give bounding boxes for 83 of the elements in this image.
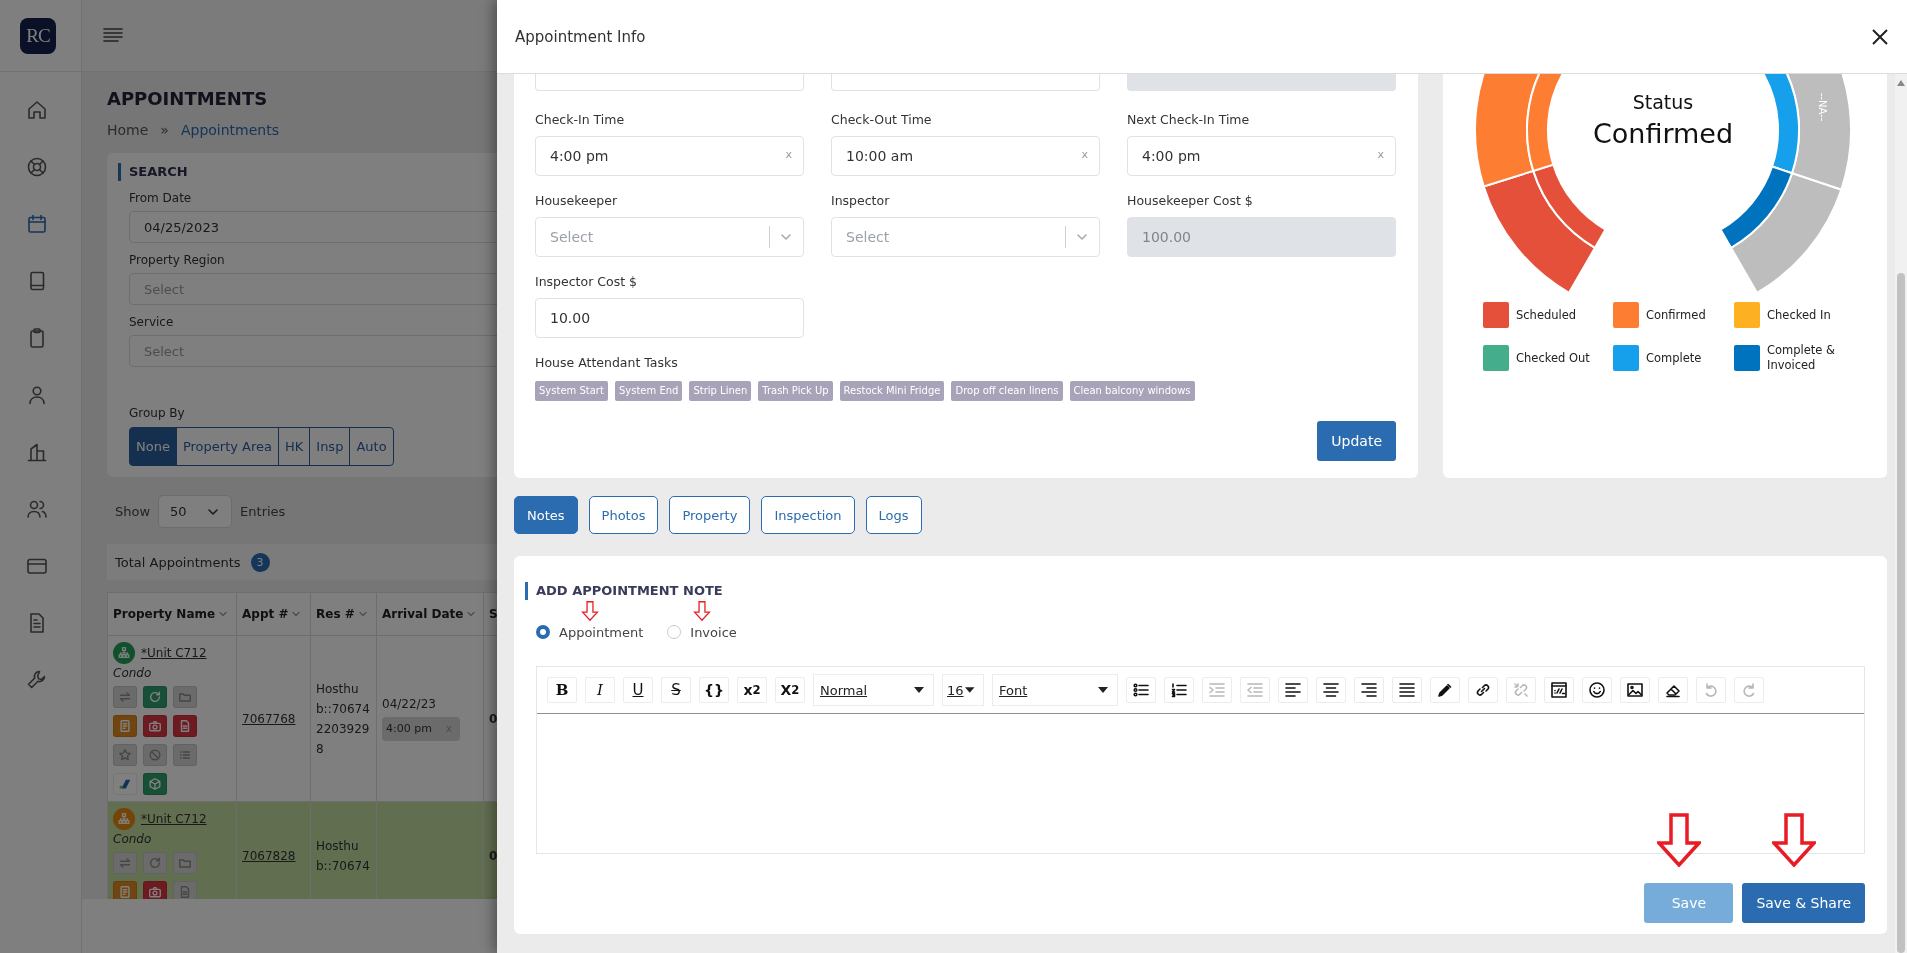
appointment-link[interactable]: 7067768 [242,711,296,726]
tab[interactable]: Logs [865,496,922,534]
column-header: Res # [316,607,355,621]
count-badge: 3 [250,552,270,572]
column-header: Arrival Date [382,607,464,621]
underline-button[interactable]: U [623,677,653,703]
field-label: Check-Out Time [831,111,933,129]
field-label: Group By [129,405,186,421]
task-tag: Clean balcony windows [1069,381,1195,401]
segment-label: --NA-- [1817,92,1828,122]
section-title: ADD APPOINTMENT NOTE [525,582,723,600]
entries-select[interactable]: 50 [158,495,233,528]
page-title: APPOINTMENTS [107,88,269,110]
property-type: Condo [113,666,153,680]
field-label: Check-In Time [535,111,626,129]
legend-label: Complete [1646,350,1702,366]
property-type: Condo [113,832,153,846]
legend-label: Scheduled [1516,307,1577,323]
field-label: Property Region [129,252,226,268]
field-label: House Attendant Tasks [535,354,679,372]
task-tag: Strip Linen [689,381,752,401]
toolbar-dropdown[interactable]: Font [992,674,1118,706]
radio-label[interactable]: Invoice [690,624,737,640]
legend-label: Complete & Invoiced [1767,343,1837,373]
column-header: Appt # [242,607,289,621]
status-value: Confirmed [1592,118,1734,149]
task-tag: Restock Mini Fridge [839,381,945,401]
clear-button[interactable]: x [1081,148,1088,161]
breadcrumb-link[interactable]: Home [107,121,149,139]
logo: RC [20,17,56,54]
toolbar-dropdown[interactable]: Normal [813,674,934,706]
italic-button[interactable]: I [585,677,615,703]
legend-label: Confirmed [1646,307,1706,323]
update-button[interactable]: Update [1317,421,1396,461]
tab[interactable]: Notes [514,496,578,534]
arrival-date: 04/22/23 [382,696,437,711]
clear-button[interactable]: x [1377,148,1384,161]
field-label: From Date [129,190,193,206]
field-label: Inspector Cost $ [535,273,638,291]
column-header: Property Name [113,607,216,621]
entries-label: Show [115,504,151,519]
task-tag: Drop off clean linens [951,381,1063,401]
field-label: Housekeeper Cost $ [1127,192,1254,210]
property-link[interactable]: *Unit C712 [141,812,207,826]
date-field[interactable]: 04/25/2023 [129,211,497,243]
total-label: Total Appointments [115,554,241,570]
task-tag: System Start [535,381,608,401]
legend-label: Checked In [1767,307,1831,323]
group-by-option[interactable]: Auto [349,427,394,466]
tab[interactable]: Photos [588,496,659,534]
tab[interactable]: Inspection [761,496,855,534]
code-button[interactable]: {} [699,677,729,703]
breadcrumb-current: Appointments [180,121,279,139]
text-field[interactable]: 10.00 [535,298,804,338]
breadcrumb-separator: » [160,121,169,139]
task-tag: System End [614,381,683,401]
appointment-link[interactable]: 7067828 [242,848,296,863]
save-button[interactable]: Save & Share [1742,883,1865,923]
time-value: 4:00 pm [386,722,432,735]
modal-title: Appointment Info [515,27,646,46]
entries-label: Entries [240,504,286,519]
column-header: S [489,607,497,621]
field-label: Service [129,314,175,330]
select-field[interactable]: Select [831,217,1100,257]
status-heading: Status [1632,91,1694,113]
strikethrough-button[interactable]: S [661,677,691,703]
clear-button[interactable]: x [785,148,792,161]
field-label: Housekeeper [535,192,619,210]
group-by-option[interactable]: Property Area [175,427,279,466]
task-tag: Trash Pick Up [758,381,833,401]
toolbar-dropdown[interactable]: 16 [942,674,984,706]
table-cell: Hosthub::7067422039298 [310,635,377,802]
property-link[interactable]: *Unit C712 [141,646,207,660]
select-field[interactable]: Select [535,217,804,257]
radio-label[interactable]: Appointment [559,624,644,640]
field-label: Next Check-In Time [1127,111,1251,129]
group-by-option[interactable]: None [129,427,177,466]
field-label: Inspector [831,192,891,210]
tab[interactable]: Property [669,496,751,534]
legend-label: Checked Out [1516,350,1590,366]
group-by-option[interactable]: Insp [309,427,351,466]
bold-button[interactable]: B [547,677,577,703]
section-title: SEARCH [118,163,188,181]
